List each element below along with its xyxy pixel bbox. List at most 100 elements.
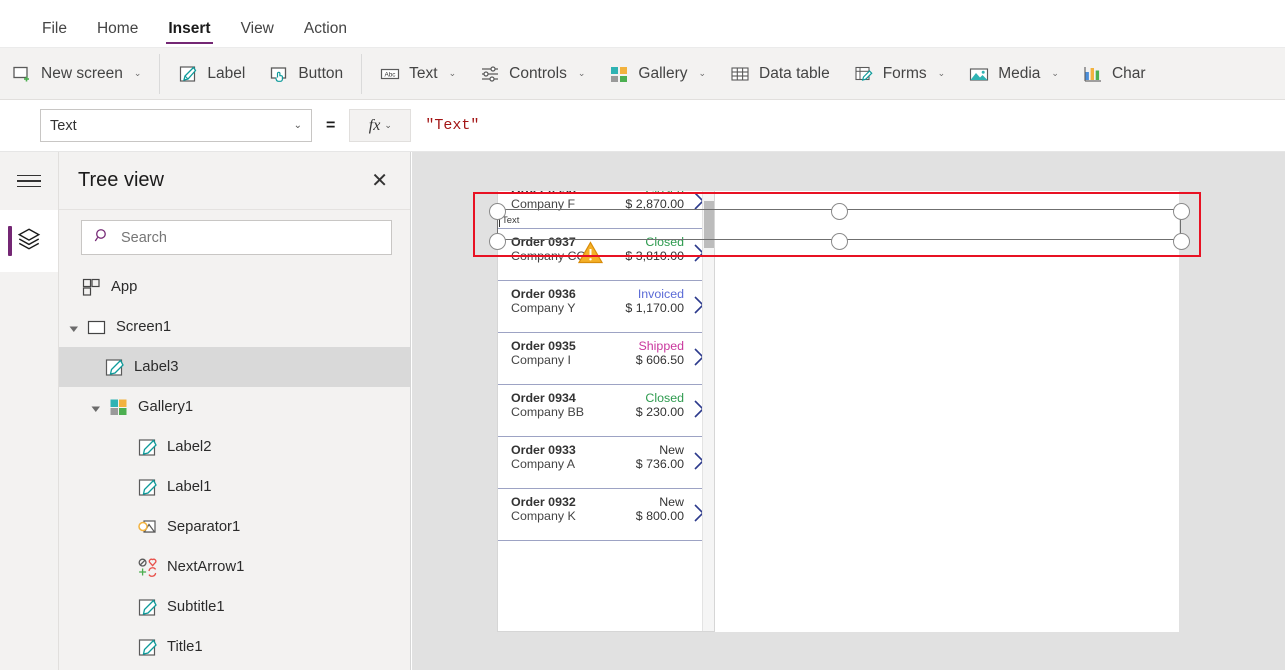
tree-node-label2[interactable]: Label2 xyxy=(59,427,410,467)
menu-item-view[interactable]: View xyxy=(229,20,286,47)
tree-node-separator1[interactable]: Separator1 xyxy=(59,507,410,547)
tree-node-label1[interactable]: Label1 xyxy=(59,467,410,507)
gallery-row[interactable]: Order 0935 Shipped Company I $ 606.50 xyxy=(498,333,714,385)
tree-view-panel: Tree view ✕ Search App Screen1 Label3 Ga… xyxy=(59,152,411,670)
tree-node-label: Separator1 xyxy=(167,519,241,535)
layers-icon xyxy=(16,226,42,257)
data-table-icon xyxy=(730,64,750,84)
search-placeholder: Search xyxy=(121,229,167,246)
menu-item-action[interactable]: Action xyxy=(292,20,359,47)
order-amount: $ 1,170.00 xyxy=(625,301,684,315)
ribbon-button-media[interactable]: Media ⌄ xyxy=(957,54,1071,94)
chevron-down-icon[interactable]: ⌄ xyxy=(1051,68,1059,79)
ribbon-label-new-screen: New screen xyxy=(41,64,123,82)
ribbon-button-new-screen[interactable]: New screen ⌄ xyxy=(0,54,153,94)
expand-arrow-icon[interactable] xyxy=(69,322,79,332)
tree-node-list: App Screen1 Label3 Gallery1 Label2 Label… xyxy=(59,267,410,667)
order-status: New xyxy=(659,443,684,457)
button-icon xyxy=(269,64,289,84)
tree-node-title1[interactable]: Title1 xyxy=(59,627,410,667)
formula-input[interactable]: "Text" xyxy=(411,109,1285,142)
tree-node-subtitle1[interactable]: Subtitle1 xyxy=(59,587,410,627)
resize-handle-top-right[interactable] xyxy=(1173,202,1190,220)
resize-handle-bottom-center[interactable] xyxy=(831,232,848,250)
gallery-icon xyxy=(609,64,629,84)
chevron-down-icon: ⌄ xyxy=(293,120,302,131)
ribbon-button-text[interactable]: Abc Text ⌄ xyxy=(368,54,468,94)
ribbon-label-forms: Forms xyxy=(882,64,927,82)
ribbon-divider xyxy=(159,53,161,94)
ribbon-button-gallery[interactable]: Gallery ⌄ xyxy=(597,54,718,94)
tree-node-nextarrow1[interactable]: NextArrow1 xyxy=(59,547,410,587)
label-icon xyxy=(178,64,198,84)
resize-handle-top-center[interactable] xyxy=(831,202,848,220)
text-icon: Abc xyxy=(380,64,400,84)
resize-handle-top-left[interactable] xyxy=(489,202,506,220)
company-name: Company Y xyxy=(511,301,576,315)
power-apps-studio: File Home Insert View Action New screen … xyxy=(0,0,1285,670)
ribbon-button-data-table[interactable]: Data table xyxy=(718,54,842,94)
order-amount: $ 800.00 xyxy=(635,509,684,523)
label-icon xyxy=(137,637,158,658)
property-select[interactable]: Text ⌄ xyxy=(40,109,312,142)
resize-handle-bottom-left[interactable] xyxy=(489,232,506,250)
menu-item-home[interactable]: Home xyxy=(85,20,150,47)
tree-node-label: App xyxy=(111,279,138,295)
order-status: Closed xyxy=(645,391,684,405)
menu-item-file[interactable]: File xyxy=(30,20,79,47)
ribbon-toolbar: New screen ⌄ Label Button Abc Text ⌄ Con… xyxy=(0,48,1285,100)
ribbon-label-controls: Controls xyxy=(509,64,567,82)
ribbon-button-label[interactable]: Label xyxy=(166,54,257,94)
ribbon-button-forms[interactable]: Forms ⌄ xyxy=(842,54,957,94)
gallery-scrollbar[interactable] xyxy=(702,191,714,631)
order-status: Invoiced xyxy=(637,287,684,301)
gallery-row[interactable]: Order 0932 New Company K $ 800.00 xyxy=(498,489,714,541)
ribbon-label-charts: Char xyxy=(1111,64,1146,82)
chevron-down-icon[interactable]: ⌄ xyxy=(699,68,707,79)
menu-item-insert[interactable]: Insert xyxy=(156,20,222,47)
chevron-down-icon[interactable]: ⌄ xyxy=(134,68,142,79)
expand-arrow-icon[interactable] xyxy=(91,402,101,412)
tree-node-label: NextArrow1 xyxy=(167,559,245,575)
tree-node-label: Label1 xyxy=(167,479,212,495)
fx-label: fx xyxy=(368,116,381,134)
search-input[interactable]: Search xyxy=(81,220,392,255)
new-screen-icon xyxy=(12,64,32,84)
scroll-down-icon[interactable] xyxy=(706,623,712,629)
chevron-down-icon[interactable]: ⌄ xyxy=(449,68,457,79)
ribbon-button-button[interactable]: Button xyxy=(257,54,355,94)
chevron-down-icon[interactable]: ⌄ xyxy=(938,68,946,79)
fx-button[interactable]: fx ⌄ xyxy=(349,109,412,142)
charts-icon xyxy=(1083,64,1103,84)
hamburger-icon xyxy=(17,171,41,192)
gallery-control[interactable]: Order 0938 Closed Company F $ 2,870.00 O… xyxy=(497,191,715,632)
ribbon-label-label: Label xyxy=(207,64,246,82)
search-icon xyxy=(94,227,111,249)
tree-node-app[interactable]: App xyxy=(59,267,410,307)
tree-node-screen1[interactable]: Screen1 xyxy=(59,307,410,347)
tree-node-label: Label3 xyxy=(134,359,179,375)
tree-node-label3[interactable]: Label3 xyxy=(59,347,410,387)
separator-icon xyxy=(137,517,158,538)
rail-item-tree-view[interactable] xyxy=(0,210,58,272)
tree-node-label: Screen1 xyxy=(116,319,172,335)
order-number: Order 0932 xyxy=(511,495,576,509)
selection-outline[interactable] xyxy=(473,192,1201,257)
resize-handle-bottom-right[interactable] xyxy=(1173,232,1190,250)
gallery-row[interactable]: Order 0933 New Company A $ 736.00 xyxy=(498,437,714,489)
ribbon-label-media: Media xyxy=(998,64,1041,82)
ribbon-button-controls[interactable]: Controls ⌄ xyxy=(468,54,597,94)
hamburger-button[interactable] xyxy=(0,152,58,210)
ribbon-button-charts[interactable]: Char xyxy=(1071,54,1158,94)
media-icon xyxy=(969,64,989,84)
chevron-down-icon[interactable]: ⌄ xyxy=(578,68,586,79)
active-indicator xyxy=(8,226,12,256)
ribbon-divider xyxy=(361,53,363,94)
label-icon xyxy=(137,597,158,618)
equals-sign: = xyxy=(326,116,336,134)
close-icon[interactable]: ✕ xyxy=(367,167,392,195)
gallery-row[interactable]: Order 0936 Invoiced Company Y $ 1,170.00 xyxy=(498,281,714,333)
tree-node-label: Subtitle1 xyxy=(167,599,225,615)
tree-node-gallery1[interactable]: Gallery1 xyxy=(59,387,410,427)
gallery-row[interactable]: Order 0934 Closed Company BB $ 230.00 xyxy=(498,385,714,437)
